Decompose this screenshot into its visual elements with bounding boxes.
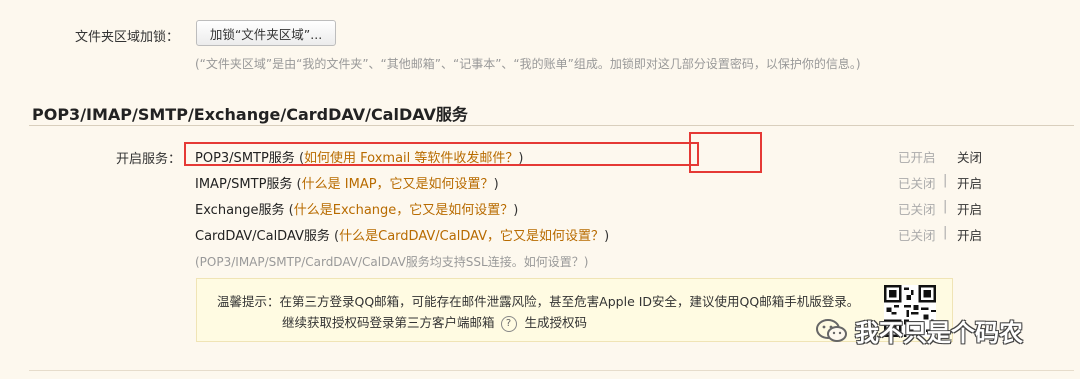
service-status: 已开启 [898, 150, 936, 165]
lock-folder-button[interactable]: 加锁“文件夹区域”... [196, 20, 336, 46]
service-status: 已关闭 [898, 176, 936, 191]
service-help-link[interactable]: 什么是 IMAP，它又是如何设置？ [302, 177, 494, 192]
service-row-exchange: Exchange服务 (什么是Exchange，它又是如何设置？) 已关闭 | … [195, 199, 982, 219]
section-title: POP3/IMAP/SMTP/Exchange/CardDAV/CalDAV服务 [32, 105, 468, 124]
service-toggle-link[interactable]: 开启 [957, 199, 982, 218]
service-name: CardDAV/CalDAV服务 (什么是CardDAV/CalDAV，它又是如… [195, 229, 610, 244]
service-toggle-link[interactable]: 关闭 [957, 147, 982, 166]
service-help-link[interactable]: 什么是Exchange，它又是如何设置？ [294, 203, 514, 218]
generate-auth-code-link[interactable]: 生成授权码 [525, 315, 588, 330]
warning-text: 温馨提示：在第三方登录QQ邮箱，可能存在邮件泄露风险，甚至危害Apple ID安… [217, 294, 860, 309]
help-icon[interactable]: ? [500, 315, 517, 332]
wechat-icon [816, 318, 847, 342]
folder-lock-hint: (“文件夹区域”是由“我的文件夹”、“其他邮箱”、“记事本”、“我的账单”组成。… [195, 57, 861, 71]
separator: | [943, 199, 948, 214]
warning-auth-line: 继续获取授权码登录第三方客户端邮箱? 生成授权码 [282, 315, 588, 332]
service-help-link[interactable]: 什么是CardDAV/CalDAV，它又是如何设置？ [339, 229, 604, 244]
highlight-box-status [689, 132, 762, 173]
watermark-text: 我不只是个码农 [855, 319, 1023, 347]
folder-lock-label: 文件夹区域加锁： [75, 30, 180, 45]
separator: | [943, 173, 948, 188]
service-status: 已关闭 [898, 228, 936, 243]
services-label: 开启服务： [116, 152, 182, 167]
service-name: Exchange服务 (什么是Exchange，它又是如何设置？) [195, 203, 519, 218]
service-toggle-link[interactable]: 开启 [957, 173, 982, 192]
ssl-note: (POP3/IMAP/SMTP/CardDAV/CalDAV服务均支持SSL连接… [195, 255, 589, 269]
service-row-carddav: CardDAV/CalDAV服务 (什么是CardDAV/CalDAV，它又是如… [195, 225, 982, 245]
section-divider [29, 125, 1074, 126]
bottom-divider [29, 370, 1074, 371]
watermark: 我不只是个码农 [815, 313, 1023, 348]
separator: | [943, 225, 948, 240]
highlight-box-row [184, 142, 699, 166]
service-name: IMAP/SMTP服务 (什么是 IMAP，它又是如何设置？) [195, 177, 499, 192]
service-status: 已关闭 [898, 202, 936, 217]
service-row-imap: IMAP/SMTP服务 (什么是 IMAP，它又是如何设置？) 已关闭 | 开启 [195, 173, 982, 193]
service-toggle-link[interactable]: 开启 [957, 225, 982, 244]
